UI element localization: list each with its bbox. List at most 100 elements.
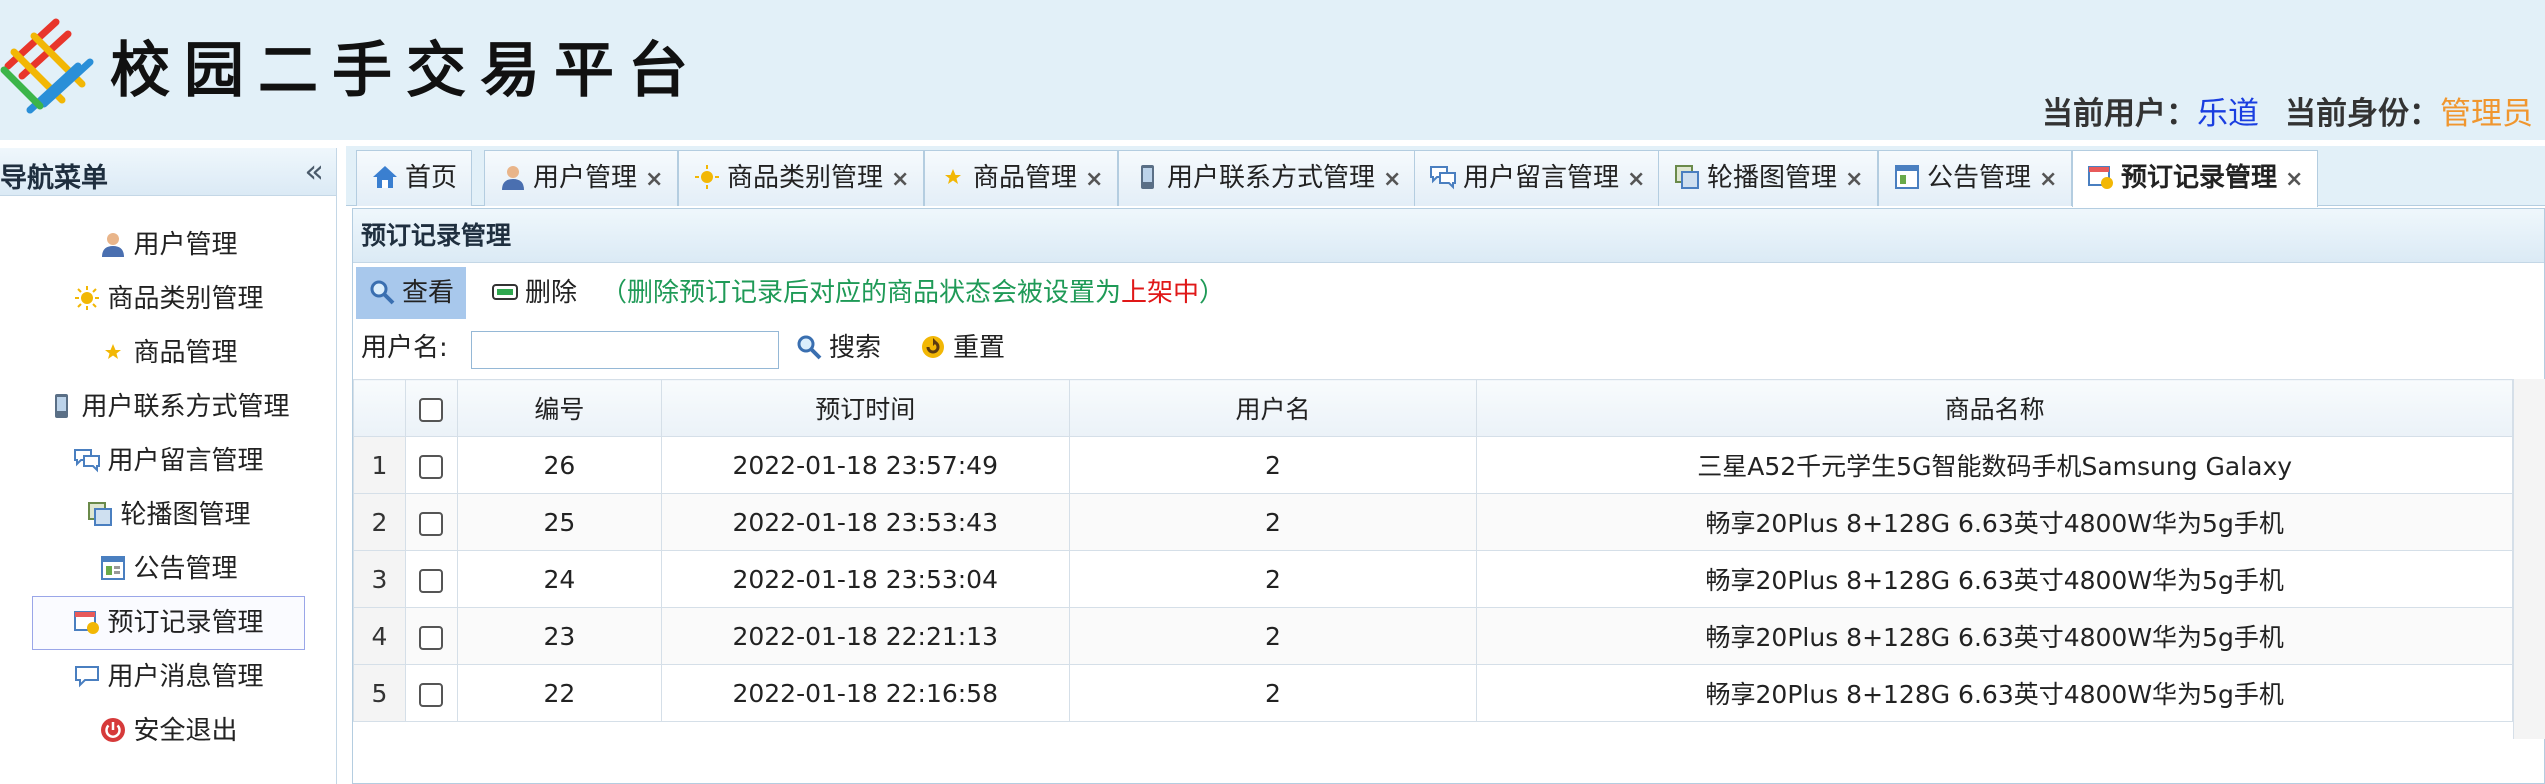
user-label: 当前用户：	[2042, 96, 2197, 132]
phone-icon	[47, 385, 75, 418]
sidebar-item-label: 商品类别管理	[107, 284, 264, 314]
select-all-checkbox[interactable]	[404, 379, 458, 437]
logo	[0, 18, 94, 114]
view-button[interactable]: 查看	[356, 267, 467, 319]
header: 校园二手交易平台 当前用户：乐道 当前身份：管理员	[0, 0, 2545, 140]
tab-label: 用户留言管理	[1463, 163, 1620, 193]
column-header-product-name[interactable]: 商品名称	[1476, 379, 2513, 437]
chat-icon	[73, 439, 101, 473]
table-row[interactable]: 5 22 2022-01-18 22:16:58 2 畅享20Plus 8+12…	[353, 664, 2513, 722]
tab-category-management[interactable]: 商品类别管理 ×	[678, 150, 925, 206]
close-icon[interactable]: ×	[2285, 167, 2303, 192]
remove-icon	[491, 272, 519, 300]
tab-label: 首页	[405, 163, 458, 193]
checkbox-icon	[419, 511, 444, 536]
search-bar: 用户名: 搜索 重置	[353, 323, 2544, 375]
cell-product-name: 畅享20Plus 8+128G 6.63英寸4800W华为5g手机	[1476, 550, 2513, 608]
username-label: 用户名:	[361, 333, 448, 363]
cell-product-name: 畅享20Plus 8+128G 6.63英寸4800W华为5g手机	[1476, 493, 2513, 551]
delete-button[interactable]: 删除	[479, 267, 589, 319]
reset-button[interactable]: 重置	[919, 323, 1005, 373]
sidebar-item-contact-management[interactable]: 用户联系方式管理	[0, 380, 337, 434]
notice-icon	[1893, 156, 1921, 189]
table-row[interactable]: 1 26 2022-01-18 23:57:49 2 三星A52千元学生5G智能…	[353, 436, 2513, 494]
cell-product-name: 三星A52千元学生5G智能数码手机Samsung Galaxy	[1476, 436, 2513, 494]
table-row[interactable]: 4 23 2022-01-18 22:21:13 2 畅享20Plus 8+12…	[353, 607, 2513, 665]
close-icon[interactable]: ×	[645, 167, 663, 192]
table-scrollbar[interactable]	[2513, 379, 2545, 739]
cell-booking-time: 2022-01-18 22:16:58	[660, 664, 1070, 722]
phone-icon	[1133, 156, 1161, 189]
panel-title: 预订记录管理	[353, 209, 2544, 263]
cell-booking-time: 2022-01-18 23:53:04	[660, 550, 1070, 608]
tab-label: 用户管理	[533, 163, 638, 193]
tab-home[interactable]: 首页	[356, 150, 473, 206]
tab-booking-management[interactable]: 预订记录管理 ×	[2072, 150, 2319, 207]
sidebar-item-label: 用户留言管理	[107, 446, 264, 476]
sidebar-item-category-management[interactable]: 商品类别管理	[0, 272, 337, 326]
close-icon[interactable]: ×	[2039, 167, 2057, 192]
chat-icon	[1429, 156, 1457, 190]
column-header-booking-time[interactable]: 预订时间	[660, 379, 1070, 437]
collapse-sidebar-button[interactable]: «	[304, 152, 324, 190]
sidebar-item-logout[interactable]: 安全退出	[0, 704, 337, 758]
row-checkbox[interactable]	[404, 436, 458, 494]
close-icon[interactable]: ×	[1627, 167, 1645, 192]
sidebar-item-message-board-management[interactable]: 用户留言管理	[0, 434, 337, 488]
table-row[interactable]: 2 25 2022-01-18 23:53:43 2 畅享20Plus 8+12…	[353, 493, 2513, 551]
search-button[interactable]: 搜索	[795, 323, 881, 373]
cell-booking-time: 2022-01-18 23:53:43	[660, 493, 1070, 551]
username-input[interactable]	[471, 331, 779, 369]
checkbox-icon	[419, 682, 444, 707]
tab-label: 预订记录管理	[2121, 163, 2278, 193]
view-button-label: 查看	[402, 278, 455, 308]
site-title: 校园二手交易平台	[110, 36, 702, 106]
sidebar-item-carousel-management[interactable]: 轮播图管理	[0, 488, 337, 542]
sidebar-item-label: 预订记录管理	[107, 608, 264, 638]
tab-label: 轮播图管理	[1707, 163, 1838, 193]
checkbox-icon	[419, 568, 444, 593]
tab-product-management[interactable]: 商品管理 ×	[924, 150, 1119, 206]
content-panel: 预订记录管理 查看 删除 （删除预订记录后对应的商品状态会被设置为上架中） 用户…	[352, 208, 2545, 784]
row-number: 1	[353, 436, 406, 494]
sidebar-item-label: 商品管理	[133, 338, 238, 368]
sidebar-item-user-management[interactable]: 用户管理	[0, 218, 337, 272]
sidebar-item-label: 用户消息管理	[107, 662, 264, 692]
tab-user-management[interactable]: 用户管理 ×	[484, 150, 679, 206]
sidebar-header: 导航菜单 «	[0, 148, 336, 196]
sidebar-item-booking-management[interactable]: 预订记录管理	[0, 596, 337, 650]
user-icon	[499, 156, 527, 190]
cell-booking-time: 2022-01-18 23:57:49	[660, 436, 1070, 494]
sidebar-item-notice-management[interactable]: 公告管理	[0, 542, 337, 596]
close-icon[interactable]: ×	[1383, 167, 1401, 192]
reset-icon	[919, 328, 947, 358]
column-header-id[interactable]: 编号	[456, 379, 662, 437]
tab-label: 用户联系方式管理	[1167, 163, 1376, 193]
note-prefix: （删除预订记录后对应的商品状态会被设置为	[601, 278, 1122, 308]
row-checkbox[interactable]	[404, 607, 458, 665]
tab-notice-management[interactable]: 公告管理 ×	[1878, 150, 2073, 206]
row-checkbox[interactable]	[404, 493, 458, 551]
tab-message-board-management[interactable]: 用户留言管理 ×	[1414, 150, 1661, 206]
row-number: 3	[353, 550, 406, 608]
sidebar-item-label: 用户管理	[133, 230, 238, 260]
checkbox-icon	[419, 397, 444, 422]
close-icon[interactable]: ×	[891, 167, 909, 192]
close-icon[interactable]: ×	[1085, 167, 1103, 192]
sidebar-item-user-message-management[interactable]: 用户消息管理	[0, 650, 337, 704]
tab-contact-management[interactable]: 用户联系方式管理 ×	[1118, 150, 1417, 206]
note-highlight: 上架中	[1121, 278, 1200, 308]
sidebar-item-product-management[interactable]: 商品管理	[0, 326, 337, 380]
role-label: 当前身份：	[2285, 96, 2440, 132]
booking-icon	[2087, 156, 2115, 189]
column-header-username[interactable]: 用户名	[1068, 379, 1478, 437]
note-suffix: ）	[1199, 278, 1226, 308]
table-row[interactable]: 3 24 2022-01-18 23:53:04 2 畅享20Plus 8+12…	[353, 550, 2513, 608]
cell-id: 22	[456, 664, 662, 722]
tab-carousel-management[interactable]: 轮播图管理 ×	[1658, 150, 1879, 206]
sidebar-item-label: 安全退出	[133, 716, 238, 746]
close-icon[interactable]: ×	[1845, 167, 1863, 192]
row-checkbox[interactable]	[404, 664, 458, 722]
message-icon	[73, 655, 101, 688]
row-checkbox[interactable]	[404, 550, 458, 608]
